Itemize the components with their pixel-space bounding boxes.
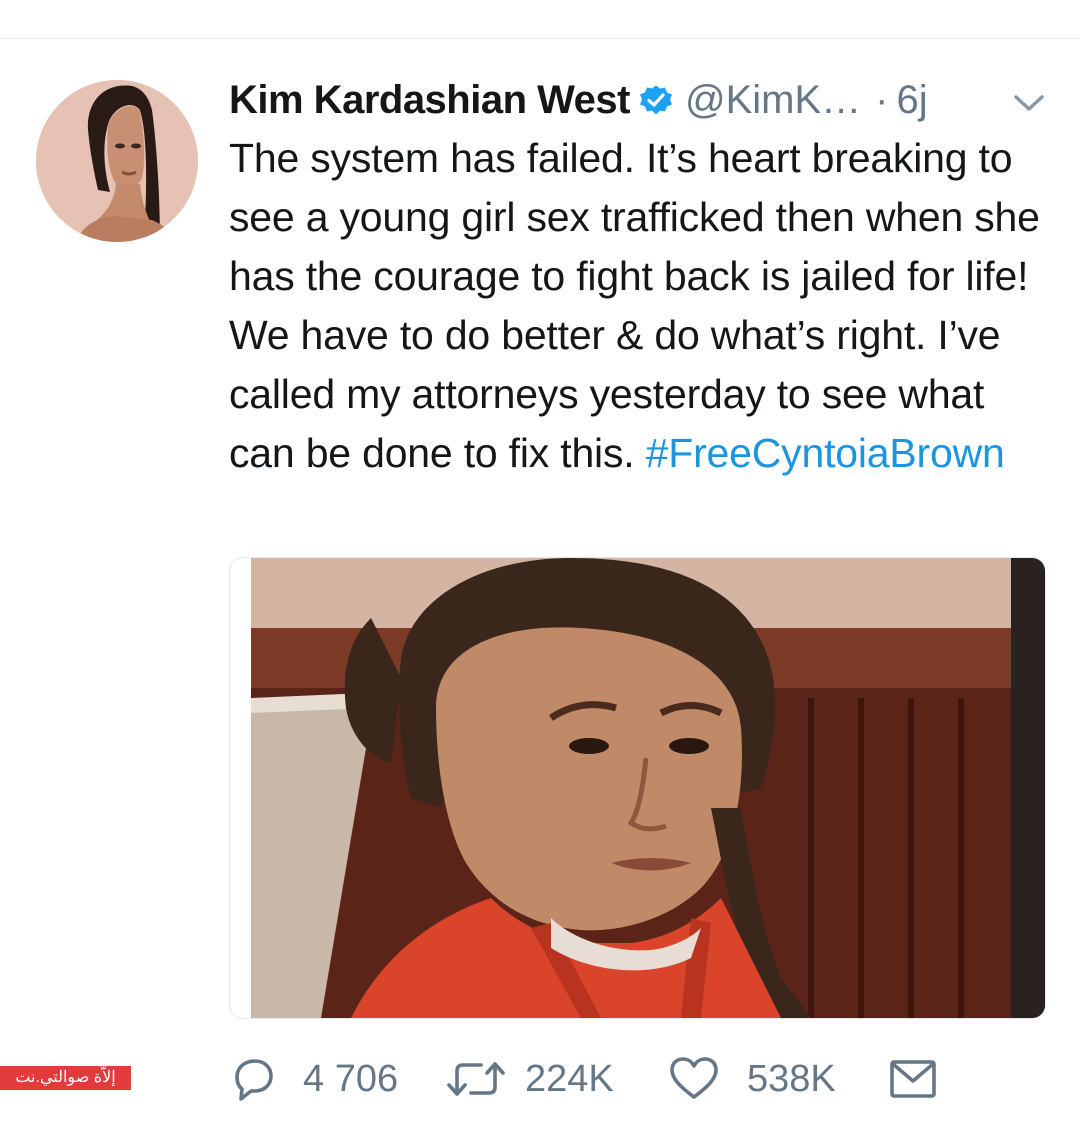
retweet-button[interactable]: 224K: [447, 1050, 614, 1108]
tweet-media[interactable]: [229, 557, 1046, 1019]
previous-tweet-divider: [0, 38, 1080, 39]
hashtag-link[interactable]: #FreeCyntoiaBrown: [646, 430, 1005, 476]
tweet-header: Kim Kardashian West @KimK… · 6j: [229, 72, 928, 128]
tweet-body: The system has failed. It’s heart breaki…: [229, 129, 1059, 483]
author-name[interactable]: Kim Kardashian West: [229, 78, 631, 123]
tweet-actions: 4 706 224K 538K: [229, 1050, 1059, 1108]
envelope-icon: [890, 1060, 936, 1098]
avatar-image: [36, 80, 198, 242]
chevron-down-icon[interactable]: [1012, 92, 1046, 114]
tweet-text: The system has failed. It’s heart breaki…: [229, 135, 1040, 476]
retweet-count: 224K: [525, 1057, 614, 1100]
retweet-icon: [447, 1062, 505, 1096]
heart-icon: [670, 1057, 718, 1099]
reply-button[interactable]: 4 706: [229, 1050, 398, 1108]
media-photo: [251, 558, 1045, 1018]
direct-message-button[interactable]: [889, 1050, 937, 1108]
header-separator: ·: [875, 77, 889, 122]
like-button[interactable]: 538K: [669, 1050, 836, 1108]
tweet-timestamp[interactable]: 6j: [897, 78, 928, 123]
author-handle[interactable]: @KimK…: [685, 78, 861, 123]
reply-count: 4 706: [303, 1057, 399, 1100]
like-count: 538K: [747, 1057, 836, 1100]
reply-icon: [235, 1059, 273, 1101]
verified-badge-icon: [639, 83, 673, 117]
watermark-logo: إلاّة صوالتي.نت: [0, 1066, 131, 1090]
author-avatar[interactable]: [36, 80, 198, 242]
